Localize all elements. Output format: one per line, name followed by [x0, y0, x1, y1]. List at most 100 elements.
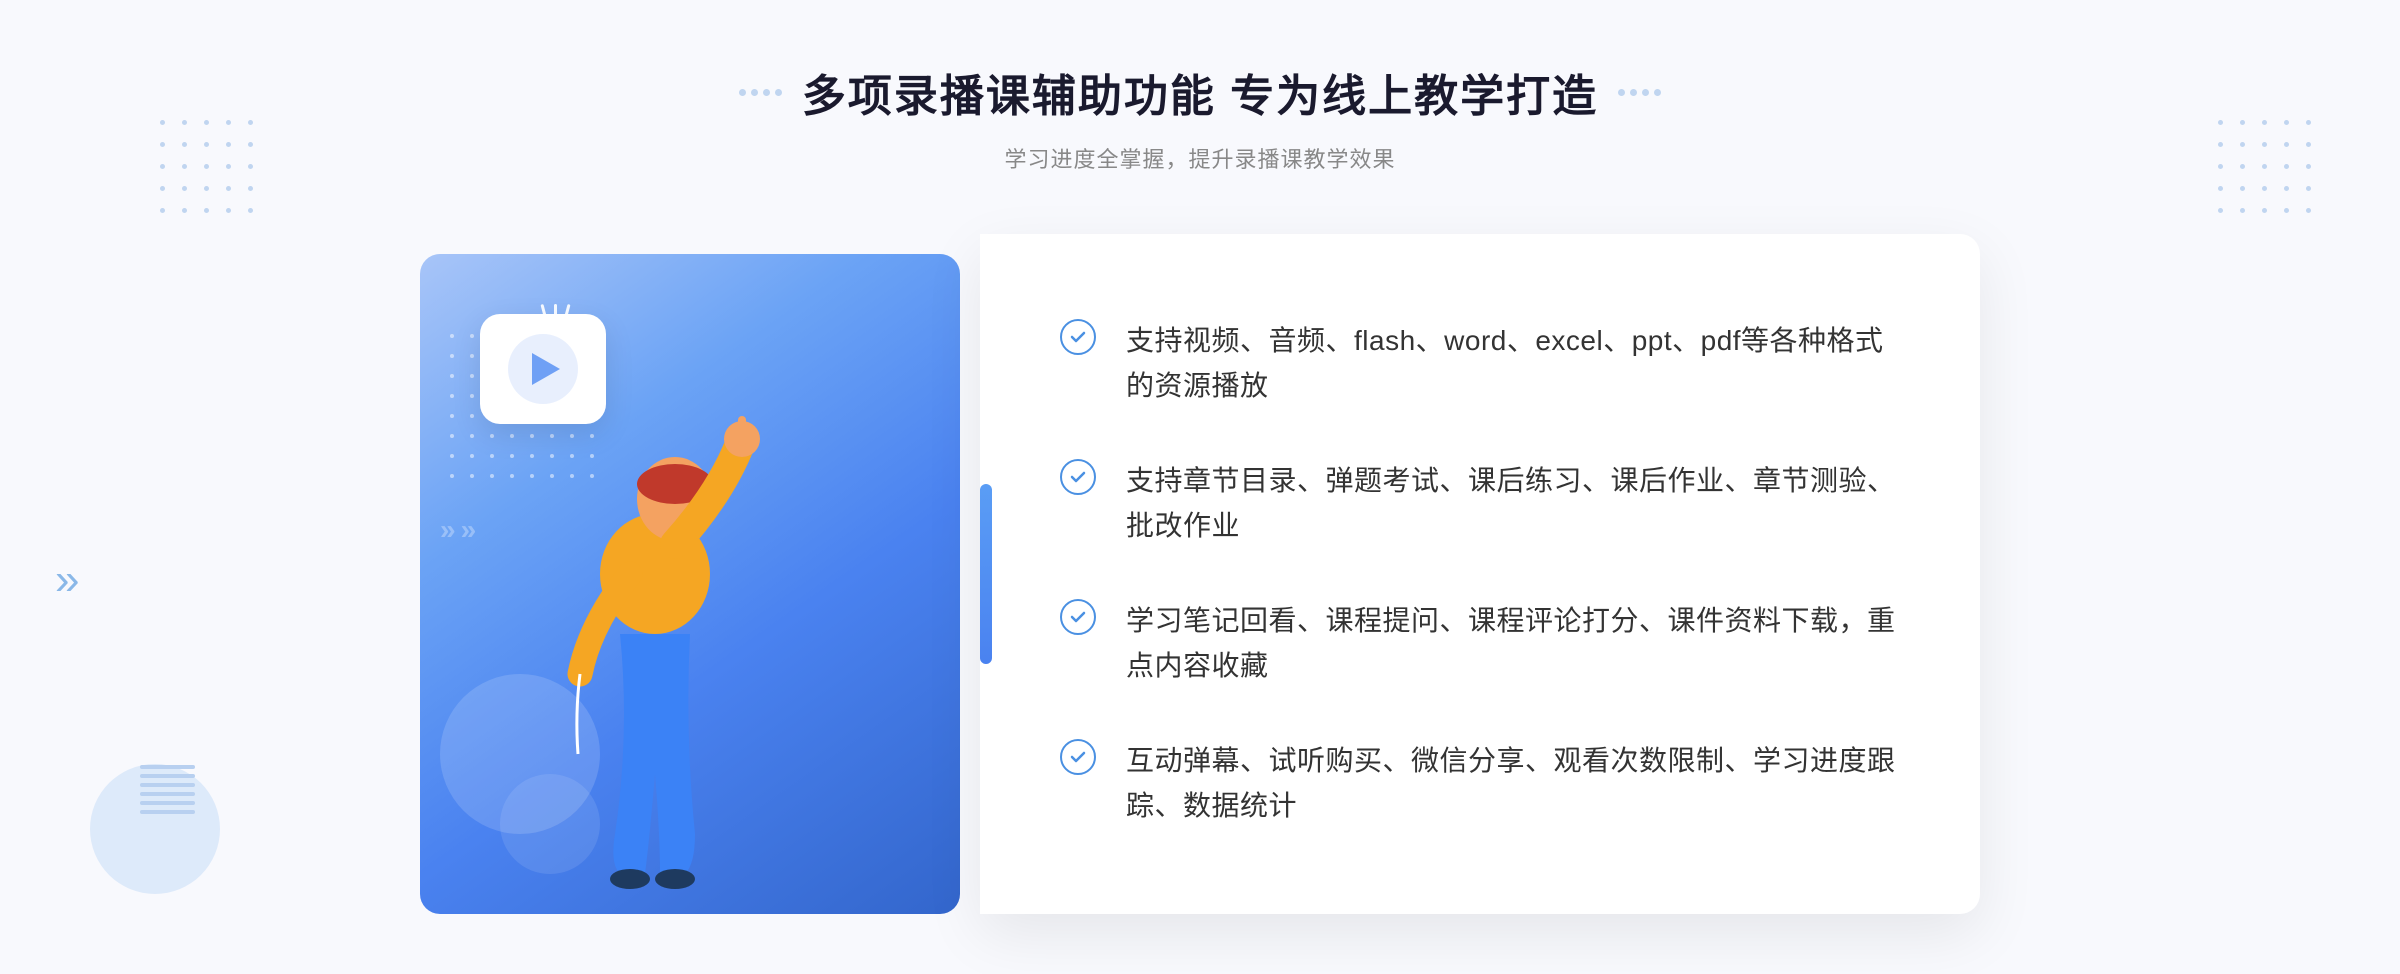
check-icon-4 — [1060, 739, 1096, 775]
dot — [204, 120, 209, 125]
illus-dot — [450, 354, 454, 358]
dot — [160, 208, 165, 213]
checkmark-svg — [1068, 607, 1088, 627]
dot — [2240, 120, 2245, 125]
light-ray — [554, 304, 557, 329]
dot — [2306, 164, 2311, 169]
dot — [226, 164, 231, 169]
dot — [248, 120, 253, 125]
feature-item-3: 学习笔记回看、课程提问、课程评论打分、课件资料下载，重点内容收藏 — [1060, 599, 1900, 689]
illus-dot — [470, 414, 474, 418]
dot — [182, 164, 187, 169]
dot — [2240, 208, 2245, 213]
person-figure — [500, 354, 780, 934]
dot — [2218, 208, 2223, 213]
dot — [204, 142, 209, 147]
dot — [2262, 208, 2267, 213]
dot — [226, 208, 231, 213]
title-decoration-left — [739, 89, 782, 96]
deco-dots-left — [160, 120, 262, 222]
dot — [2284, 164, 2289, 169]
dot — [226, 142, 231, 147]
illus-dot — [450, 434, 454, 438]
stripe-2 — [140, 774, 195, 778]
dot — [2262, 120, 2267, 125]
dot — [2218, 120, 2223, 125]
bottom-stripes-decoration — [140, 765, 195, 814]
title-decoration-right — [1618, 89, 1661, 96]
feature-item-2: 支持章节目录、弹题考试、课后练习、课后作业、章节测验、批改作业 — [1060, 459, 1900, 549]
illus-dot — [450, 414, 454, 418]
illus-dot — [470, 474, 474, 478]
illus-dot — [470, 394, 474, 398]
illus-dot — [470, 454, 474, 458]
dot — [160, 120, 165, 125]
main-content: » » — [420, 234, 1980, 954]
dot — [226, 120, 231, 125]
dot — [2284, 186, 2289, 191]
light-ray — [562, 304, 570, 324]
dot — [2218, 142, 2223, 147]
feature-text-2: 支持章节目录、弹题考试、课后练习、课后作业、章节测验、批改作业 — [1126, 459, 1900, 549]
illus-dot — [470, 354, 474, 358]
dot — [204, 208, 209, 213]
dot — [2284, 142, 2289, 147]
illus-dot — [470, 434, 474, 438]
title-row: 多项录播课辅助功能 专为线上教学打造 — [739, 60, 1661, 124]
light-rays — [543, 304, 568, 329]
dot — [2262, 164, 2267, 169]
checkmark-svg — [1068, 747, 1088, 767]
feature-item-1: 支持视频、音频、flash、word、excel、ppt、pdf等各种格式的资源… — [1060, 319, 1900, 409]
dot — [248, 186, 253, 191]
stripes-container — [140, 765, 195, 814]
dot — [2284, 208, 2289, 213]
illus-dot — [470, 374, 474, 378]
dot — [182, 186, 187, 191]
dot — [182, 142, 187, 147]
dot — [2262, 142, 2267, 147]
deco-dots-right — [2218, 120, 2320, 222]
checkmark-svg — [1068, 467, 1088, 487]
check-icon-2 — [1060, 459, 1096, 495]
illus-dot — [470, 334, 474, 338]
chevron-decoration: » » — [440, 514, 476, 546]
feature-text-1: 支持视频、音频、flash、word、excel、ppt、pdf等各种格式的资源… — [1126, 319, 1900, 409]
page-container: » 多项录播课辅助功能 专为线上教学打造 学习进度全掌握，提升录播课教学效果 — [0, 0, 2400, 974]
title-dot — [763, 89, 770, 96]
person-illustration-svg — [500, 354, 780, 934]
dot — [160, 186, 165, 191]
feature-item-4: 互动弹幕、试听购买、微信分享、观看次数限制、学习进度跟踪、数据统计 — [1060, 739, 1900, 829]
dot — [2284, 120, 2289, 125]
left-arrow-decoration: » — [55, 555, 79, 605]
dot — [2306, 186, 2311, 191]
dot — [2306, 142, 2311, 147]
title-dot — [751, 89, 758, 96]
illus-dot — [450, 474, 454, 478]
dot — [204, 164, 209, 169]
title-dot — [1642, 89, 1649, 96]
title-dot — [1630, 89, 1637, 96]
dot — [2240, 142, 2245, 147]
light-ray — [540, 304, 548, 324]
feature-text-4: 互动弹幕、试听购买、微信分享、观看次数限制、学习进度跟踪、数据统计 — [1126, 739, 1900, 829]
title-dot — [1618, 89, 1625, 96]
title-dot — [775, 89, 782, 96]
illus-dot — [490, 454, 494, 458]
check-icon-1 — [1060, 319, 1096, 355]
illus-dot — [490, 434, 494, 438]
dot — [226, 186, 231, 191]
illus-dot — [450, 374, 454, 378]
stripe-3 — [140, 783, 195, 787]
dot — [248, 164, 253, 169]
checkmark-svg — [1068, 327, 1088, 347]
dot — [160, 164, 165, 169]
content-panel: 支持视频、音频、flash、word、excel、ppt、pdf等各种格式的资源… — [980, 234, 1980, 914]
illustration-card: » » — [420, 254, 1000, 934]
dot — [2240, 164, 2245, 169]
dot — [2306, 208, 2311, 213]
dot — [182, 208, 187, 213]
stripe-4 — [140, 792, 195, 796]
header-section: 多项录播课辅助功能 专为线上教学打造 学习进度全掌握，提升录播课教学效果 — [739, 0, 1661, 174]
feature-text-3: 学习笔记回看、课程提问、课程评论打分、课件资料下载，重点内容收藏 — [1126, 599, 1900, 689]
dot — [204, 186, 209, 191]
